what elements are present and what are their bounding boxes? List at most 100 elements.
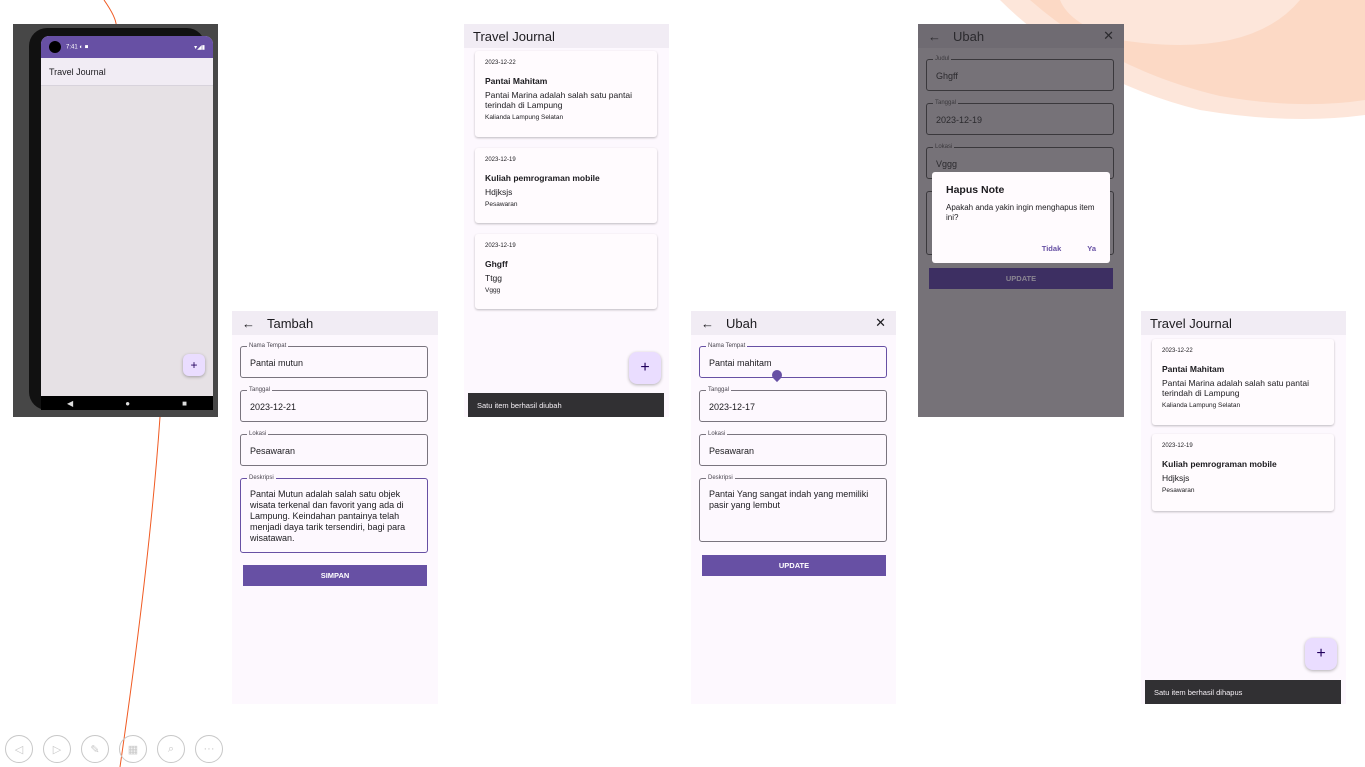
camera-cutout bbox=[49, 41, 61, 53]
zoom-icon[interactable]: ⌕ bbox=[157, 735, 185, 763]
system-nav-bar: ◀ ● ■ bbox=[41, 396, 213, 410]
status-icons: ◐ ■ bbox=[79, 44, 89, 51]
previous-slide-icon[interactable]: ◁ bbox=[5, 735, 33, 763]
app-title: Travel Journal bbox=[1150, 315, 1232, 331]
date-field[interactable]: Tanggal 2023-12-17 bbox=[699, 386, 887, 422]
name-field[interactable]: Nama Tempat Pantai mahitam bbox=[699, 342, 887, 383]
add-fab-button[interactable]: + bbox=[1305, 638, 1337, 670]
save-button[interactable]: SIMPAN bbox=[243, 565, 427, 586]
field-label: Deskripsi bbox=[706, 474, 735, 482]
field-value: Pesawaran bbox=[709, 446, 755, 456]
signal-icons: ▾◢▮ bbox=[194, 44, 205, 51]
note-desc: Pantai Marina adalah salah satu pantai t… bbox=[485, 90, 632, 110]
add-fab-button[interactable]: + bbox=[629, 352, 661, 384]
nav-home-icon[interactable]: ● bbox=[125, 399, 130, 408]
field-label: Lokasi bbox=[706, 430, 728, 438]
more-options-icon[interactable]: ··· bbox=[195, 735, 223, 763]
next-slide-icon[interactable]: ▷ bbox=[43, 735, 71, 763]
field-label: Tanggal bbox=[706, 386, 732, 394]
text-cursor-handle[interactable] bbox=[769, 367, 785, 383]
title-field[interactable]: Judul Ghgff bbox=[926, 55, 1114, 91]
note-location: Vggg bbox=[485, 287, 501, 294]
field-value: 2023-12-17 bbox=[709, 402, 756, 412]
field-value: Vggg bbox=[936, 159, 958, 169]
dialog-actions: Tidak Ya bbox=[1042, 244, 1096, 253]
note-location: Pesawaran bbox=[485, 201, 518, 208]
field-label: Tanggal bbox=[933, 99, 959, 107]
note-title: Kuliah pemrograman mobile bbox=[1162, 459, 1277, 469]
close-icon[interactable]: ✕ bbox=[1103, 28, 1114, 44]
screen-title: Tambah bbox=[267, 315, 314, 331]
note-list-screen: Travel Journal 2023-12-22 Pantai Mahitam… bbox=[464, 24, 669, 417]
field-value: Pantai mutun bbox=[250, 358, 304, 368]
note-card[interactable]: 2023-12-19 Ghgff Ttgg Vggg bbox=[475, 234, 657, 309]
update-button[interactable]: UPDATE bbox=[702, 555, 886, 576]
back-arrow-icon[interactable]: ← bbox=[928, 29, 941, 44]
nav-back-icon[interactable]: ◀ bbox=[67, 399, 73, 408]
add-fab-button[interactable]: + bbox=[183, 354, 205, 376]
note-desc: Hdjksjs bbox=[1162, 473, 1190, 483]
confirm-button[interactable]: Ya bbox=[1087, 244, 1096, 253]
note-desc: Pantai Marina adalah salah satu pantai t… bbox=[1162, 378, 1309, 398]
status-bar: 7:41 ◐ ■ ▾◢▮ bbox=[41, 36, 213, 58]
note-card[interactable]: 2023-12-22 Pantai Mahitam Pantai Marina … bbox=[475, 51, 657, 137]
back-arrow-icon[interactable]: ← bbox=[242, 316, 255, 331]
description-field[interactable]: Deskripsi Pantai Yang sangat indah yang … bbox=[699, 474, 887, 542]
location-field[interactable]: Lokasi Pesawaran bbox=[699, 430, 887, 466]
name-field[interactable]: Nama Tempat Pantai mutun bbox=[240, 342, 428, 378]
location-field[interactable]: Lokasi Pesawaran bbox=[240, 430, 428, 466]
note-card[interactable]: 2023-12-19 Kuliah pemrograman mobile Hdj… bbox=[1152, 434, 1334, 511]
app-bar: Travel Journal bbox=[41, 58, 213, 86]
app-bar: ← Tambah bbox=[232, 311, 438, 335]
field-label: Lokasi bbox=[933, 143, 955, 151]
nav-recent-icon[interactable]: ■ bbox=[182, 399, 187, 408]
note-card[interactable]: 2023-12-19 Kuliah pemrograman mobile Hdj… bbox=[475, 148, 657, 223]
note-desc: Hdjksjs bbox=[485, 187, 513, 197]
field-value: 2023-12-19 bbox=[936, 115, 983, 125]
description-field[interactable]: Deskripsi Pantai Mutun adalah salah satu… bbox=[240, 474, 428, 553]
note-location: Kalianda Lampung Selatan bbox=[1162, 402, 1241, 409]
field-label: Deskripsi bbox=[247, 474, 276, 482]
field-label: Tanggal bbox=[247, 386, 273, 394]
note-title: Ghgff bbox=[485, 259, 508, 269]
app-title: Travel Journal bbox=[49, 66, 106, 77]
edit-note-screen: ← Ubah ✕ Nama Tempat Pantai mahitam Tang… bbox=[691, 311, 896, 704]
snackbar: Satu item berhasil diubah bbox=[468, 393, 664, 417]
dialog-text: Apakah anda yakin ingin menghapus item i… bbox=[946, 203, 1095, 222]
app-bar: ← Ubah ✕ bbox=[918, 24, 1124, 48]
slides-grid-icon[interactable]: ▦ bbox=[119, 735, 147, 763]
delete-dialog-screen: ← Ubah ✕ Judul Ghgff Tanggal 2023-12-19 … bbox=[918, 24, 1124, 417]
note-date: 2023-12-19 bbox=[485, 243, 516, 249]
emulator-phone: 7:41 ◐ ■ ▾◢▮ Travel Journal + ◀ ● ■ bbox=[13, 24, 218, 417]
delete-dialog: Hapus Note Apakah anda yakin ingin mengh… bbox=[932, 172, 1110, 263]
note-title: Pantai Mahitam bbox=[485, 76, 548, 86]
pen-icon[interactable]: ✎ bbox=[81, 735, 109, 763]
screen-title: Ubah bbox=[726, 315, 758, 331]
note-date: 2023-12-22 bbox=[485, 60, 516, 66]
note-date: 2023-12-22 bbox=[1162, 348, 1193, 354]
close-icon[interactable]: ✕ bbox=[875, 315, 886, 331]
note-card[interactable]: 2023-12-22 Pantai Mahitam Pantai Marina … bbox=[1152, 339, 1334, 425]
field-value: Pantai Mutun adalah salah satu objek wis… bbox=[250, 489, 406, 543]
phone-display: 7:41 ◐ ■ ▾◢▮ Travel Journal + bbox=[41, 36, 213, 396]
field-value: Ghgff bbox=[936, 71, 958, 81]
cancel-button[interactable]: Tidak bbox=[1042, 244, 1061, 253]
date-field[interactable]: Tanggal 2023-12-19 bbox=[926, 99, 1114, 135]
snackbar: Satu item berhasil dihapus bbox=[1145, 680, 1341, 704]
note-title: Pantai Mahitam bbox=[1162, 364, 1225, 374]
date-field[interactable]: Tanggal 2023-12-21 bbox=[240, 386, 428, 422]
field-label: Lokasi bbox=[247, 430, 269, 438]
note-desc: Ttgg bbox=[485, 273, 503, 283]
app-title: Travel Journal bbox=[473, 28, 555, 44]
note-list-screen: Travel Journal 2023-12-22 Pantai Mahitam… bbox=[1141, 311, 1346, 704]
field-value: Pantai Yang sangat indah yang memiliki p… bbox=[709, 489, 869, 510]
field-value: 2023-12-21 bbox=[250, 402, 297, 412]
slide-canvas: 7:41 ◐ ■ ▾◢▮ Travel Journal + ◀ ● ■ ← Ta… bbox=[0, 0, 1365, 767]
screen-title: Ubah bbox=[953, 28, 985, 44]
field-label: Nama Tempat bbox=[247, 342, 289, 350]
note-location: Pesawaran bbox=[1162, 487, 1195, 494]
field-value: Pantai mahitam bbox=[709, 358, 772, 368]
note-date: 2023-12-19 bbox=[485, 157, 516, 163]
back-arrow-icon[interactable]: ← bbox=[701, 316, 714, 331]
update-button[interactable]: UPDATE bbox=[929, 268, 1113, 289]
